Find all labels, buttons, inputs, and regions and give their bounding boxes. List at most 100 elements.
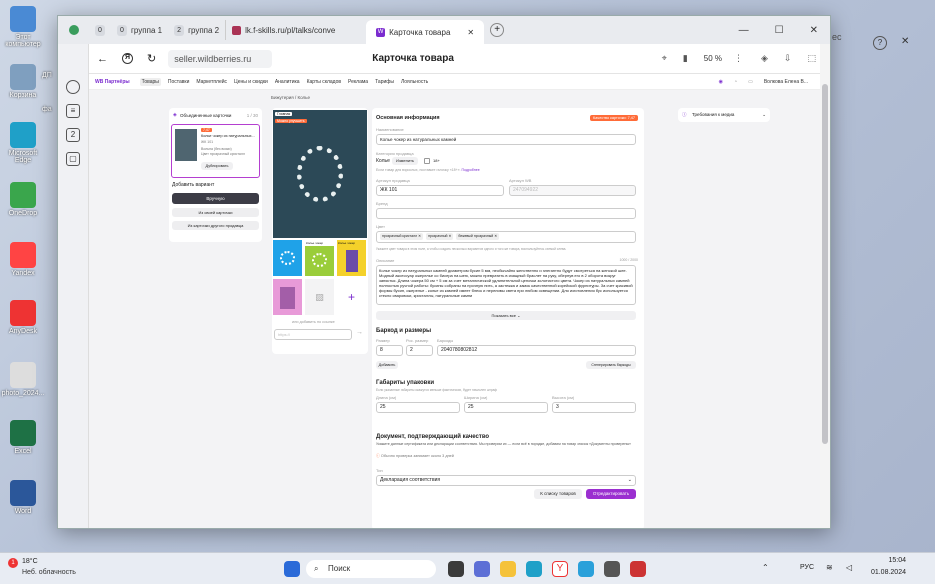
desktop-icon[interactable]: Excel [0,420,46,455]
tabs-count-icon[interactable]: 2 [66,128,80,142]
help-icon[interactable]: ? [873,36,887,50]
media-requirements[interactable]: ⓘ Требования к медиа ⌄ [678,108,770,122]
back-to-list-button[interactable]: К списку товаров [534,489,582,499]
edge-icon[interactable] [526,561,542,577]
user-name[interactable]: Волкова Елена В... [764,79,808,85]
new-tab-button[interactable]: + [490,23,505,37]
telegram-icon[interactable] [578,561,594,577]
tab-group-1[interactable]: 0 группа 1 [111,20,168,40]
app-icon[interactable] [630,561,646,577]
nav-item[interactable]: Цены и скидки [234,79,268,85]
barcode-input[interactable]: 2040780802812 [437,345,636,356]
explorer-icon[interactable] [500,561,516,577]
description-textarea[interactable]: Колье чокер из натуральных камней диамет… [376,265,636,305]
change-category-button[interactable]: Изменить [392,157,418,165]
height-input[interactable]: 3 [552,402,636,413]
tab-group-2[interactable]: 2 группа 2 [168,20,227,40]
volume-icon[interactable]: ◁ [846,563,852,572]
weather-text[interactable]: Неб. облачность [22,569,76,576]
task-view-icon[interactable] [448,561,464,577]
nav-item[interactable]: Маркетплейс [196,79,227,85]
extensions-icon[interactable]: ◈ [761,53,768,64]
menu-icon[interactable]: ⋮ [734,53,743,64]
nav-item[interactable]: Аналитика [275,79,300,85]
image-placeholder-icon[interactable]: ▨ [305,279,334,315]
temperature[interactable]: 18°C [22,558,38,565]
language-indicator[interactable]: РУС [800,564,814,571]
color-chip[interactable]: прозрачный ✕ [426,233,454,240]
brand-logo[interactable]: WB Партнёры [95,79,130,85]
photo-url-input[interactable]: https:// [274,329,352,340]
bookmark-icon[interactable]: ▮ [683,53,688,64]
zoom-level[interactable]: 50 % [704,54,722,63]
name-input[interactable]: Колье чокер из натуральных камней [376,134,636,145]
camera-icon[interactable]: ▢ [66,152,80,166]
profile-icon[interactable]: ⬚ [807,53,816,64]
nav-item[interactable]: Тарифы [375,79,394,85]
desktop-icon[interactable]: photo_2024... [0,362,46,397]
yandex-browser-icon[interactable]: Y [552,561,568,577]
color-input[interactable]: прозрачный кристалл ✕ прозрачный ✕ бежев… [376,231,636,243]
manual-button[interactable]: Вручную [172,193,259,204]
tray-up-icon[interactable]: ⌃ [762,563,769,572]
nav-item[interactable]: Лояльность [401,79,428,85]
minimize-button[interactable]: — [739,25,749,36]
add-barcode-button[interactable]: Добавить [376,361,398,369]
teams-icon[interactable] [474,561,490,577]
merged-card-item[interactable]: 7,47 Колье чокер из натуральных... ЖК 10… [171,124,260,178]
tab-group-0[interactable]: 0 [89,20,111,40]
menu-icon[interactable]: ≡ [66,104,80,118]
breadcrumb-item[interactable]: Бижутерия [271,95,294,100]
start-icon[interactable] [284,561,300,577]
generate-barcodes-button[interactable]: Сгенерировать баркоды [586,361,636,369]
desktop-icon[interactable]: Корзина [0,64,46,99]
photo-thumb[interactable]: Колье чокер [337,240,366,276]
arrow-right-icon[interactable]: → [356,329,363,336]
main-photo[interactable]: Главная Можно улучшить [273,110,367,238]
tab-product-card[interactable]: W Карточка товара ✕ [366,20,485,44]
brand-input[interactable] [376,208,636,219]
downloads-icon[interactable]: ⇩ [784,53,792,64]
nav-item[interactable]: Товары [139,77,161,86]
tab-fskills[interactable]: lk.f-skills.ru/pl/talks/conve [226,20,366,40]
maximize-button[interactable]: ☐ [775,25,784,36]
article-input[interactable]: ЖК 101 [376,185,504,196]
reload-icon[interactable]: ↻ [147,52,156,65]
search-box[interactable]: ⌕ Поиск [306,560,436,578]
photo-thumb[interactable] [273,240,302,276]
app-icon[interactable] [604,561,620,577]
color-chip[interactable]: бежевый прозрачный ✕ [456,233,500,240]
chat-icon[interactable]: ▭ [748,79,753,85]
from-other-seller-button[interactable]: Из карточки другого продавца [172,221,259,230]
adult-checkbox[interactable] [424,158,430,164]
address-input[interactable]: seller.wildberries.ru [168,49,273,68]
add-photo-icon[interactable]: + [337,279,366,315]
desktop-icon[interactable]: Этот компьютер [0,6,46,48]
desktop-icon[interactable]: Word [0,480,46,515]
desktop-icon[interactable]: OneDrop [0,182,46,217]
width-input[interactable]: 25 [464,402,548,413]
clock-time[interactable]: 15:04 [866,557,906,564]
yandex-icon[interactable]: Я [122,53,133,64]
duplicate-button[interactable]: Дублировать [201,162,233,170]
photo-thumb[interactable]: Колье чокер [305,240,334,276]
wifi-icon[interactable]: ≋ [826,563,833,572]
desktop-icon[interactable]: Microsoft Edge [0,122,46,164]
save-button[interactable]: Отредактировать [586,489,636,499]
back-icon[interactable]: ← [97,53,108,65]
photo-thumb[interactable] [273,279,302,315]
bell-icon[interactable]: ◔ [734,79,737,85]
history-icon[interactable] [66,80,80,94]
show-all-button[interactable]: Показать все ⌄ [376,311,636,320]
from-own-card-button[interactable]: Из своей карточки [172,208,259,217]
desktop-icon[interactable]: Yandex [0,242,46,277]
color-chip[interactable]: прозрачный кристалл ✕ [380,233,424,240]
length-input[interactable]: 25 [376,402,460,413]
nav-item[interactable]: Карты складов [307,79,341,85]
close-icon[interactable]: ✕ [901,36,909,47]
adult-link[interactable]: Подробнее [461,168,479,172]
size-input[interactable]: 8 [376,345,403,356]
notifications-icon[interactable]: ◉ [719,79,723,85]
scrollbar[interactable] [820,44,830,528]
nav-item[interactable]: Поставки [168,79,190,85]
